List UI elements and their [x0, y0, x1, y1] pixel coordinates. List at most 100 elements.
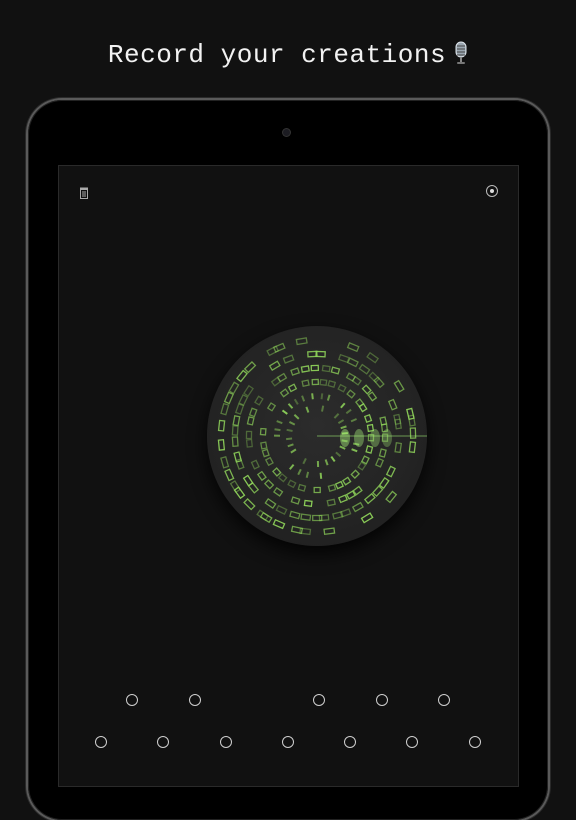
- visualizer-step: [259, 427, 267, 436]
- visualizer-step: [351, 448, 358, 453]
- visualizer-step: [335, 451, 342, 458]
- visualizer-step: [287, 443, 294, 448]
- visualizer-step: [286, 437, 293, 441]
- visualizer-step: [276, 420, 283, 425]
- visualizer-step: [282, 354, 295, 364]
- visualizer-step: [272, 342, 286, 353]
- visualizer-step: [346, 389, 356, 399]
- visualizer-step: [409, 427, 417, 439]
- visualizer-step: [350, 418, 357, 423]
- visualizer-step: [268, 360, 281, 372]
- visualizer-step: [365, 445, 374, 454]
- node-button[interactable]: [220, 736, 232, 748]
- node-button[interactable]: [126, 694, 138, 706]
- visualizer-step: [264, 497, 277, 510]
- active-step-glow: [382, 429, 392, 447]
- visualizer-step: [333, 413, 340, 419]
- node-button[interactable]: [157, 736, 169, 748]
- visualizer-step: [301, 395, 306, 402]
- node-button[interactable]: [95, 736, 107, 748]
- active-step-glow: [354, 429, 364, 447]
- node-button[interactable]: [344, 736, 356, 748]
- visualizer-step: [290, 448, 297, 454]
- visualizer-step: [248, 407, 258, 418]
- visualizer-step: [310, 364, 320, 372]
- visualizer-step: [229, 480, 242, 494]
- visualizer-step: [373, 376, 385, 389]
- node-button[interactable]: [438, 694, 450, 706]
- visualizer-step: [378, 476, 390, 490]
- visualizer-step: [406, 407, 415, 421]
- headline-text: Record your creations: [107, 40, 447, 70]
- visualizer-step: [311, 378, 320, 386]
- visualizer-step: [287, 479, 297, 489]
- visualizer-step: [290, 367, 301, 376]
- visualizer-step: [319, 472, 323, 479]
- visualizer-step: [297, 468, 302, 476]
- visualizer-step: [326, 498, 336, 507]
- node-button[interactable]: [282, 736, 294, 748]
- active-step-glow: [340, 429, 350, 447]
- visualizer-step: [231, 425, 239, 436]
- visualizer-step: [340, 402, 346, 409]
- visualizer-step: [234, 403, 245, 415]
- visualizer-step: [305, 471, 310, 478]
- trash-icon[interactable]: [79, 186, 89, 199]
- visualizer-step: [327, 483, 337, 492]
- headline: Record your creations: [0, 40, 576, 70]
- visualizer-step: [279, 388, 290, 398]
- visualizer-step: [385, 490, 398, 504]
- visualizer-step: [361, 384, 372, 395]
- visualizer-step: [300, 365, 310, 373]
- visualizer-step: [217, 438, 226, 451]
- visualizer-step: [275, 504, 288, 515]
- visualizer-step: [272, 518, 286, 530]
- visualizer-step: [358, 402, 368, 413]
- visualizer-step: [243, 497, 256, 511]
- camera: [283, 129, 290, 136]
- visualizer-step: [245, 438, 253, 448]
- visualizer-step: [288, 421, 296, 426]
- visualizer-step: [295, 337, 308, 346]
- visualizer-step: [323, 527, 336, 536]
- visualizer-step: [330, 455, 336, 463]
- visualizer-step: [387, 398, 398, 411]
- visualizer-step: [223, 391, 235, 405]
- node-button[interactable]: [469, 736, 481, 748]
- node-button[interactable]: [376, 694, 388, 706]
- visualizer-step: [277, 472, 288, 483]
- visualizer-step: [378, 448, 387, 458]
- visualizer-step: [385, 465, 396, 478]
- visualizer-step: [287, 383, 298, 393]
- visualizer-step: [243, 384, 254, 397]
- visualizer-step: [408, 441, 417, 454]
- visualizer-step: [330, 366, 341, 375]
- visualizer-step: [289, 510, 301, 520]
- visualizer-step: [238, 393, 249, 407]
- visualizer-step: [327, 379, 337, 389]
- visualizer-step: [350, 469, 361, 480]
- visualizer-step: [367, 391, 378, 402]
- active-step-glow: [370, 429, 380, 447]
- visualizer-step: [345, 490, 357, 500]
- visualizer-step: [256, 509, 270, 521]
- visualizer-step: [274, 428, 281, 432]
- visualizer-step: [338, 353, 350, 364]
- visualizer-step: [351, 375, 362, 386]
- visualizer-step: [346, 357, 359, 368]
- record-icon[interactable]: [486, 185, 498, 197]
- visualizer-step: [260, 441, 268, 450]
- sequencer-visualizer[interactable]: [207, 326, 427, 546]
- visualizer-step: [220, 402, 230, 416]
- visualizer-rings: [217, 337, 427, 536]
- visualizer-step: [254, 395, 264, 406]
- visualizer-step: [232, 415, 241, 427]
- visualizer-step: [301, 379, 310, 388]
- visualizer-step: [290, 496, 301, 505]
- visualizer-step: [217, 419, 226, 432]
- visualizer-step: [261, 448, 270, 458]
- visualizer-step: [337, 494, 349, 504]
- node-button[interactable]: [189, 694, 201, 706]
- node-button[interactable]: [313, 694, 325, 706]
- node-button[interactable]: [406, 736, 418, 748]
